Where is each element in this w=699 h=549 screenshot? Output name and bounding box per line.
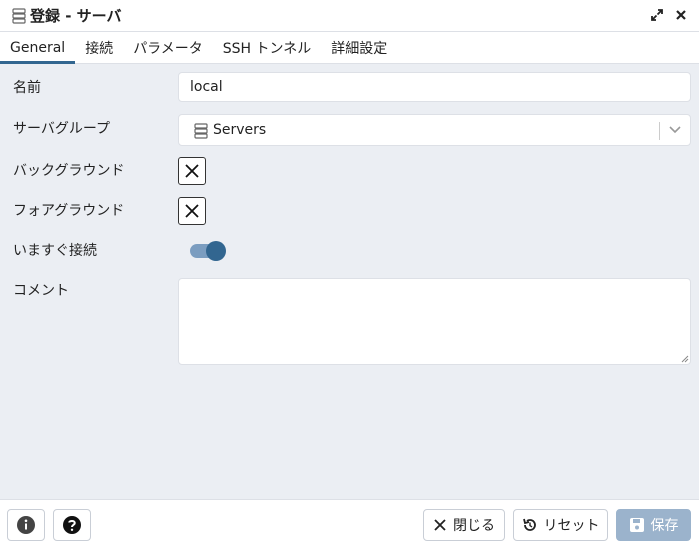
help-icon <box>63 516 81 534</box>
dialog-footer: 閉じる リセット 保存 <box>0 499 699 549</box>
background-label: バックグラウンド <box>13 163 125 179</box>
form-panel: 名前 local サーバグループ Servers バックグラウンド フォアグラウ… <box>0 64 699 499</box>
foreground-label: フォアグラウンド <box>13 203 125 219</box>
server-icon <box>194 123 208 143</box>
comment-textarea[interactable] <box>178 278 691 365</box>
toggle-knob <box>206 241 226 261</box>
save-button[interactable]: 保存 <box>616 509 691 541</box>
close-icon[interactable] <box>673 7 689 23</box>
close-button-label: 閉じる <box>453 518 495 534</box>
background-color-picker[interactable] <box>178 157 206 185</box>
server-group-value: Servers <box>213 122 267 138</box>
connect-now-label: いますぐ接続 <box>13 243 97 259</box>
reset-icon <box>522 518 536 531</box>
tab-label: パラメータ <box>133 40 203 57</box>
tab-label: 接続 <box>85 40 114 57</box>
select-divider <box>659 122 660 140</box>
tab-bar: General 接続 パラメータ SSH トンネル 詳細設定 <box>0 32 699 64</box>
tab-parameters[interactable]: パラメータ <box>123 32 213 63</box>
help-button[interactable] <box>53 509 91 541</box>
tab-connection[interactable]: 接続 <box>75 32 123 63</box>
foreground-color-picker[interactable] <box>178 197 206 225</box>
comment-label: コメント <box>13 283 69 299</box>
tab-advanced[interactable]: 詳細設定 <box>321 32 397 63</box>
tab-ssh-tunnel[interactable]: SSH トンネル <box>213 32 321 63</box>
save-icon <box>629 518 644 532</box>
save-button-label: 保存 <box>650 518 679 534</box>
info-button[interactable] <box>7 509 45 541</box>
reset-button[interactable]: リセット <box>513 509 608 541</box>
info-icon <box>17 516 35 534</box>
tab-label: 詳細設定 <box>331 40 388 57</box>
connect-now-toggle[interactable] <box>190 241 226 261</box>
server-icon <box>12 7 26 24</box>
dialog-titlebar: 登録 - サーバ <box>0 0 699 32</box>
name-input[interactable]: local <box>178 72 691 102</box>
clear-color-icon <box>185 164 199 178</box>
name-value: local <box>190 79 223 95</box>
close-button[interactable]: 閉じる <box>423 509 505 541</box>
tab-general[interactable]: General <box>0 32 76 64</box>
tab-label: SSH トンネル <box>222 40 312 57</box>
server-group-select[interactable]: Servers <box>178 114 691 146</box>
chevron-down-icon[interactable] <box>668 122 682 136</box>
dialog-title: 登録 - サーバ <box>30 7 122 25</box>
clear-color-icon <box>185 204 199 218</box>
server-group-label: サーバグループ <box>13 121 111 137</box>
tab-label: General <box>10 39 66 56</box>
close-icon <box>434 519 446 531</box>
expand-icon[interactable] <box>649 7 665 23</box>
reset-button-label: リセット <box>543 518 600 534</box>
resize-grip-icon <box>681 355 689 363</box>
name-label: 名前 <box>13 80 41 96</box>
